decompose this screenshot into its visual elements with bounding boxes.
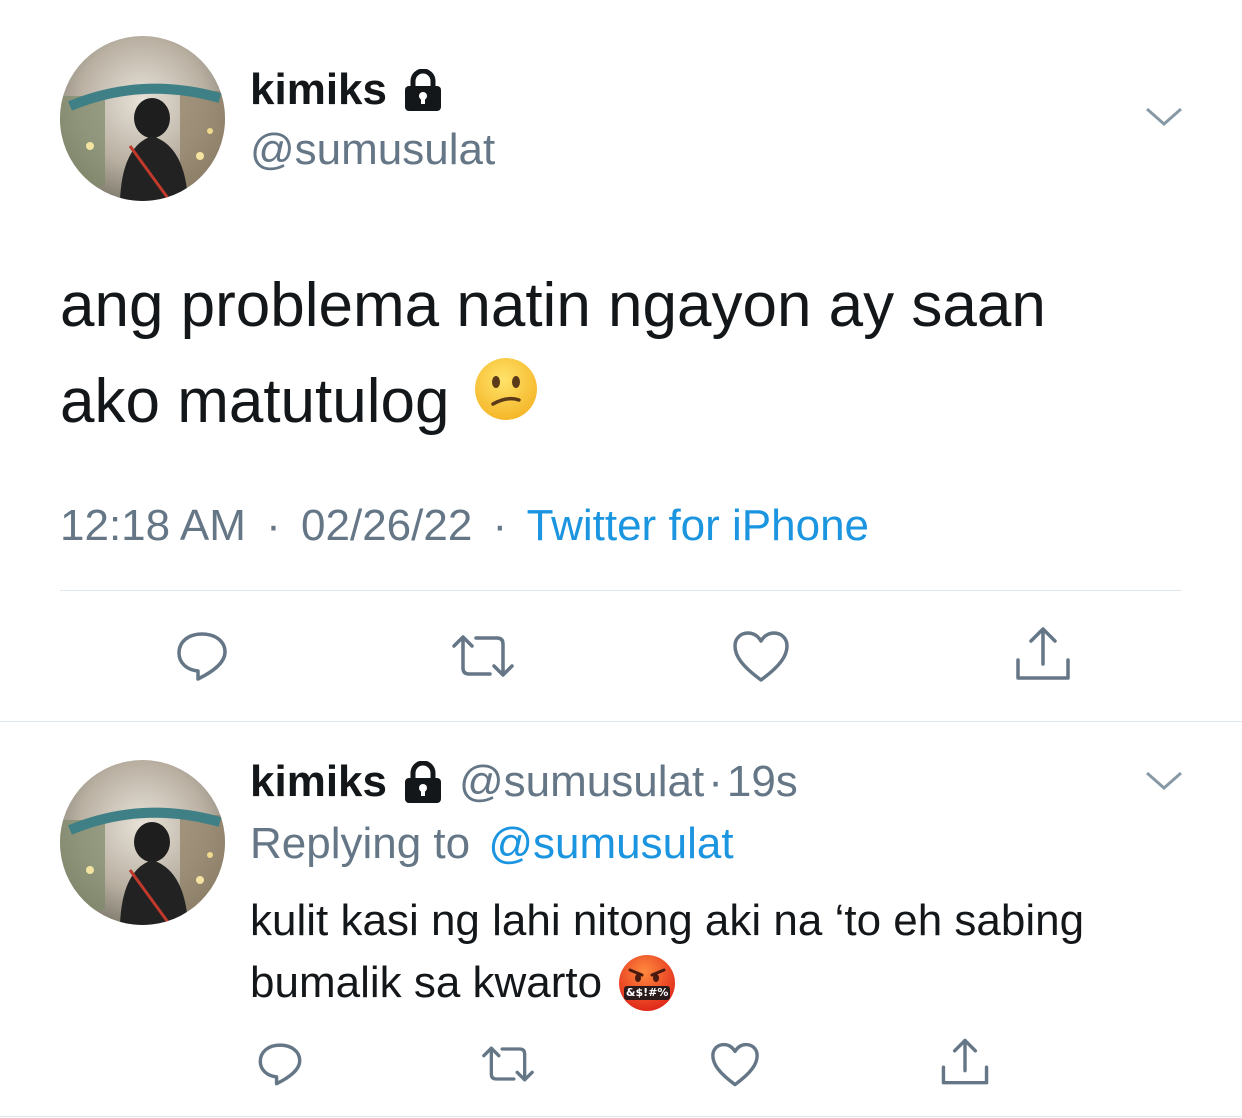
reply-author-avatar[interactable] — [60, 760, 225, 925]
tweet-text: ang problema natin ngayon ay saan ako ma… — [60, 258, 1046, 450]
retweet-icon[interactable] — [450, 632, 516, 680]
author-display-name[interactable]: kimiks — [250, 64, 387, 116]
meta-separator: · — [266, 501, 281, 550]
like-icon[interactable] — [732, 630, 790, 684]
replying-to: Replying to @sumusulat — [250, 816, 734, 872]
replying-handle-link[interactable]: @sumusulat — [488, 819, 733, 868]
tweet-text-line1: ang problema natin ngayon ay saan — [60, 271, 1046, 340]
share-icon[interactable] — [1014, 624, 1072, 684]
tweet-text-line2: ako matutulog — [60, 367, 450, 436]
confused-face-emoji — [473, 354, 539, 450]
reply-text-line2: bumalik sa kwarto — [250, 958, 603, 1007]
author-avatar[interactable] — [60, 36, 225, 201]
reply-icon[interactable] — [174, 628, 230, 684]
tweet-time: 12:18 AM — [60, 501, 246, 550]
lock-icon — [401, 761, 445, 803]
author-handle[interactable]: @sumusulat — [250, 124, 495, 176]
share-icon[interactable] — [940, 1036, 990, 1088]
tweet-source-link[interactable]: Twitter for iPhone — [527, 501, 869, 550]
replying-prefix: Replying to — [250, 819, 471, 868]
reply-author-display-name[interactable]: kimiks — [250, 756, 387, 808]
cursing-face-emoji: &$!#% — [618, 954, 676, 1012]
retweet-icon[interactable] — [480, 1044, 536, 1084]
reply-time[interactable]: 19s — [727, 756, 798, 808]
lock-icon — [401, 69, 445, 111]
tweet-date: 02/26/22 — [301, 501, 473, 550]
divider — [60, 590, 1182, 591]
cursing-symbols: &$!#% — [625, 986, 669, 999]
chevron-down-icon[interactable] — [1144, 768, 1184, 794]
meta-separator: · — [492, 501, 508, 550]
chevron-down-icon[interactable] — [1144, 104, 1184, 130]
reply-text-line1: kulit kasi ng lahi nitong aki na ‘to eh … — [250, 896, 1085, 945]
reply-text: kulit kasi ng lahi nitong aki na ‘to eh … — [250, 890, 1084, 1014]
meta-separator: · — [708, 757, 723, 806]
divider — [0, 721, 1242, 722]
reply-author-handle[interactable]: @sumusulat — [459, 756, 704, 808]
reply-icon[interactable] — [256, 1040, 304, 1088]
like-icon[interactable] — [710, 1042, 760, 1088]
divider — [0, 1116, 1242, 1117]
tweet-meta: 12:18 AM · 02/26/22 · Twitter for iPhone — [60, 498, 869, 554]
